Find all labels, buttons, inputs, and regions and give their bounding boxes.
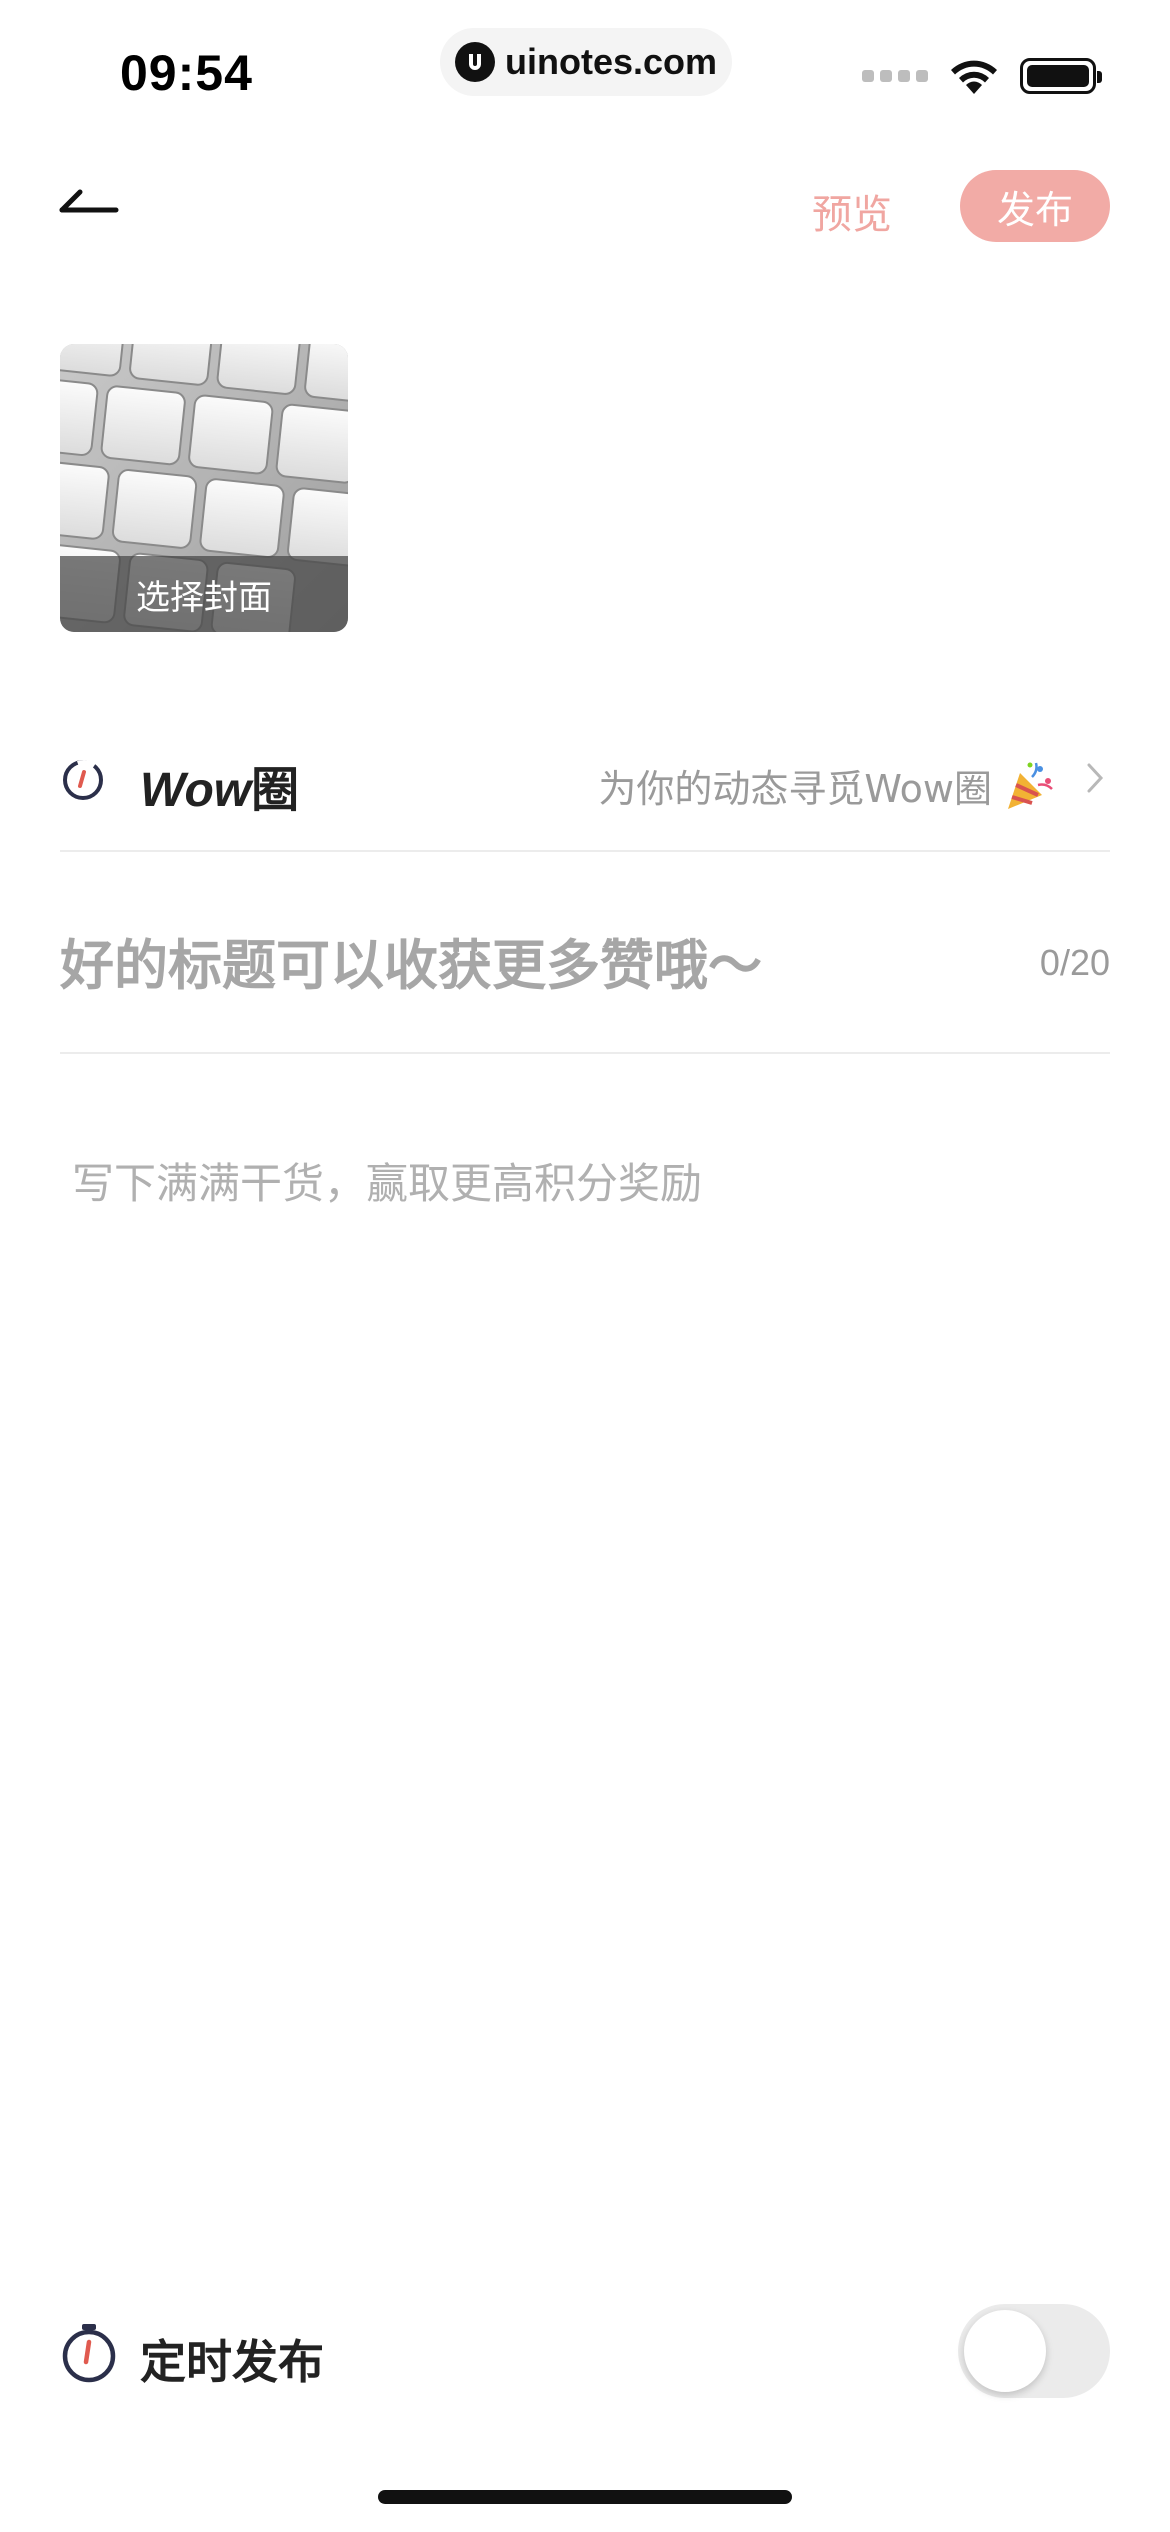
scheduled-publish-toggle[interactable] <box>958 2304 1110 2398</box>
back-button[interactable] <box>58 180 122 224</box>
title-input[interactable] <box>60 920 960 1010</box>
toggle-knob <box>964 2310 1046 2392</box>
body-input[interactable] <box>72 1150 1102 1450</box>
url-text: uinotes.com <box>504 41 718 82</box>
wifi-icon <box>951 60 997 94</box>
title-char-count: 0/20 <box>1039 942 1110 983</box>
battery-icon <box>1020 58 1102 94</box>
divider <box>60 1052 1110 1054</box>
wow-circle-title: Wow圈 <box>140 762 300 818</box>
publish-button[interactable]: 发布 <box>960 170 1110 242</box>
url-pill: uinotes.com <box>440 28 732 96</box>
timer-icon <box>62 2324 116 2383</box>
wow-circle-selector[interactable]: Wow圈 为你的动态寻觅Wow圈 <box>60 730 1110 830</box>
site-logo-icon <box>454 42 495 82</box>
home-indicator[interactable] <box>378 2490 792 2504</box>
divider <box>60 850 1110 852</box>
chevron-right-icon <box>1087 763 1104 793</box>
cover-picker[interactable]: 选择封面 <box>60 344 348 632</box>
scheduled-publish-row: 定时发布 <box>60 2300 1110 2410</box>
post-editor-screen: 09:54 uinotes.com 预览 发布 选择封面 Wow圈 为你的动态寻… <box>0 0 1170 2532</box>
back-arrow-icon <box>59 189 119 213</box>
status-icons <box>862 56 1102 96</box>
wow-circle-icon <box>63 759 103 800</box>
party-popper-icon <box>1008 762 1053 809</box>
signal-icon <box>862 70 928 82</box>
wow-circle-hint: 为你的动态寻觅Wow圈 <box>598 758 1056 813</box>
cover-caption: 选择封面 <box>60 556 348 632</box>
scheduled-publish-label: 定时发布 <box>140 2335 324 2389</box>
preview-button[interactable]: 预览 <box>812 182 892 240</box>
status-time: 09:54 <box>120 45 253 101</box>
